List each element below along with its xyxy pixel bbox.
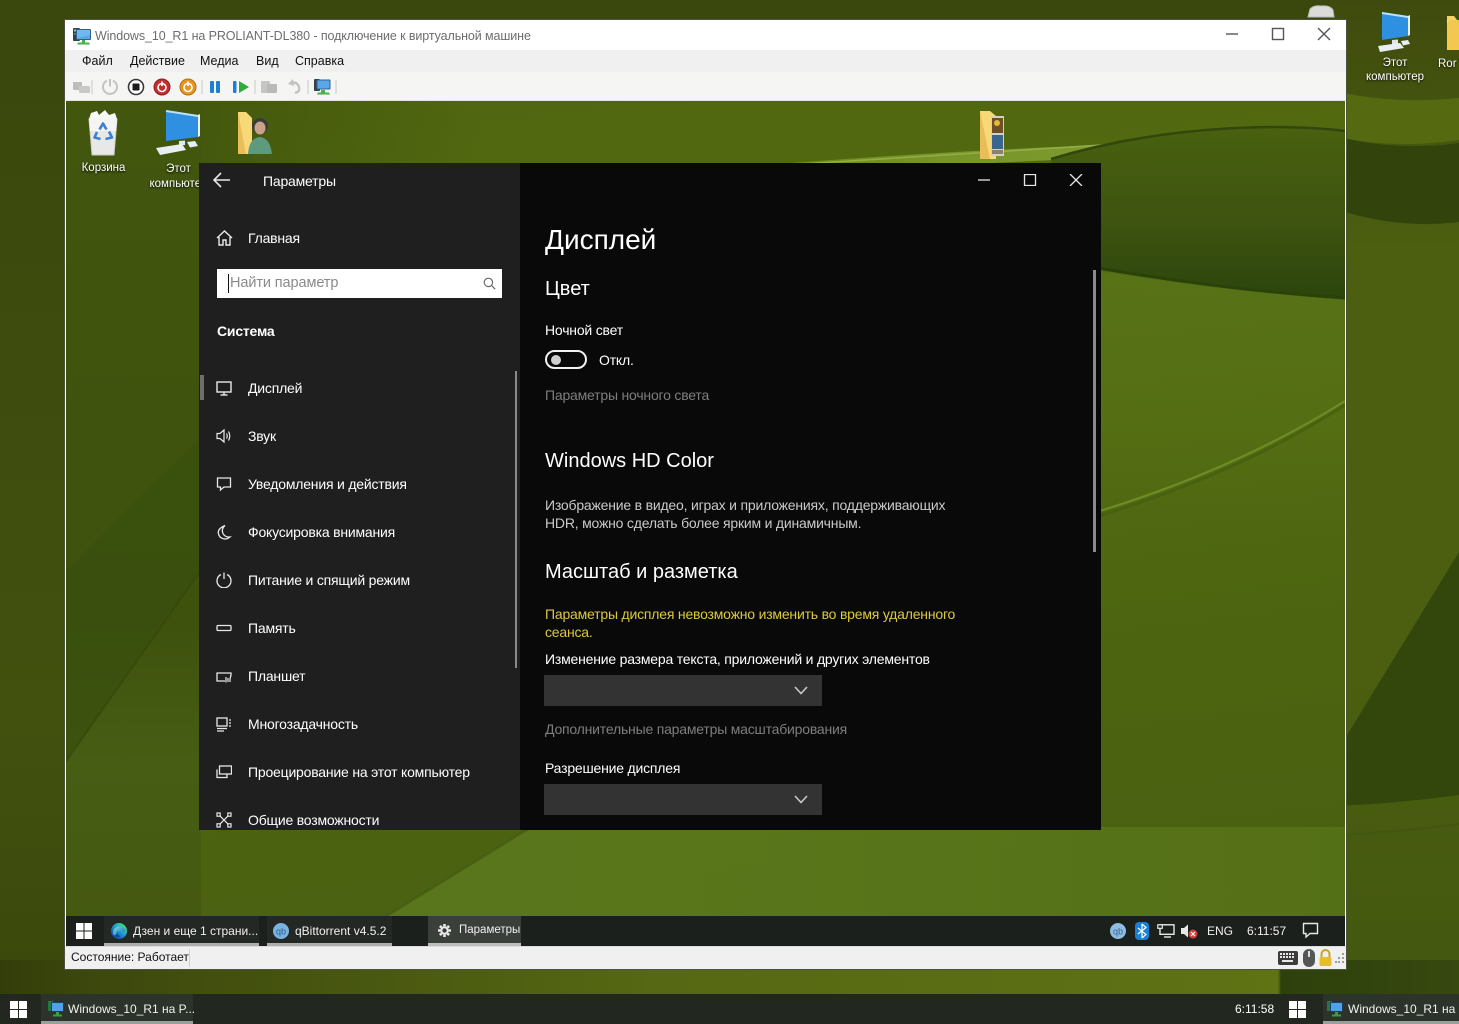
svg-text:qb: qb <box>1113 927 1123 937</box>
svg-text:qb: qb <box>276 927 286 937</box>
